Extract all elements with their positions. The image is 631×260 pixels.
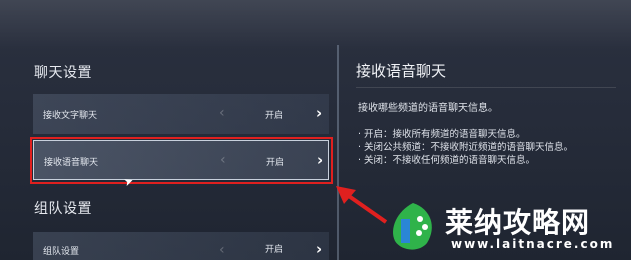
row-value: 开启 xyxy=(265,111,284,121)
row-label: 接收文字聊天 xyxy=(43,111,98,121)
row-label: 组队设置 xyxy=(43,247,80,257)
leaf-logo-icon xyxy=(393,203,432,250)
chevron-left-icon[interactable]: ‹ xyxy=(219,242,225,258)
chevron-left-icon[interactable]: ‹ xyxy=(219,105,225,121)
chevron-right-icon[interactable]: › xyxy=(316,104,322,122)
watermark-title: 莱纳攻略网 xyxy=(445,206,591,239)
title-underline xyxy=(356,87,616,88)
team-settings-row[interactable]: 组队设置 ‹ 开启 › xyxy=(33,232,329,260)
detail-title: 接收语音聊天 xyxy=(356,62,447,80)
detail-description: 接收哪些频道的语音聊天信息。 xyxy=(358,103,498,114)
option-item: · 关闭公共频道：不接收附近频道的语音聊天信息。 xyxy=(358,142,574,153)
team-settings-title: 组队设置 xyxy=(34,201,92,217)
receive-text-chat-row[interactable]: 接收文字聊天 ‹ 开启 › xyxy=(33,94,329,134)
row-value: 开启 xyxy=(265,245,284,255)
option-item: · 关闭：不接收任何频道的语音聊天信息。 xyxy=(358,155,536,166)
top-glow xyxy=(0,0,631,50)
option-item: · 开启：接收所有频道的语音聊天信息。 xyxy=(358,129,526,140)
red-highlight-box xyxy=(30,137,333,184)
chevron-right-icon[interactable]: › xyxy=(316,240,322,258)
watermark: 莱纳攻略网 www.laitnacre.com xyxy=(381,197,627,257)
chat-settings-title: 聊天设置 xyxy=(34,65,92,81)
option-list: · 开启：接收所有频道的语音聊天信息。 · 关闭公共频道：不接收附近频道的语音聊… xyxy=(358,128,573,167)
watermark-url: www.laitnacre.com xyxy=(451,237,615,251)
